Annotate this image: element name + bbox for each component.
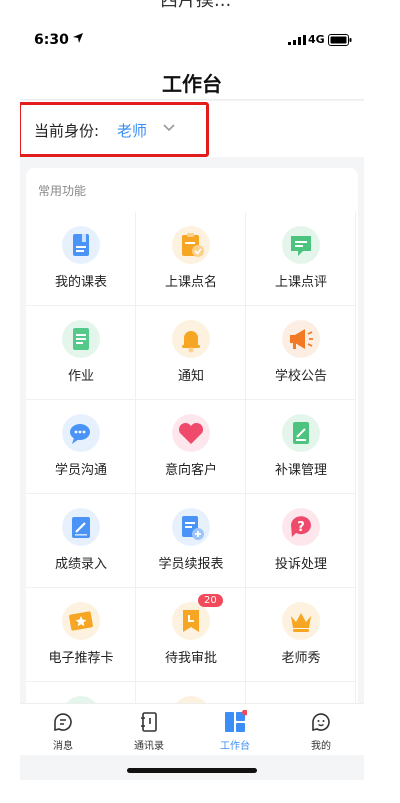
function-item-prospective-customer[interactable]: 意向客户	[136, 400, 246, 494]
megaphone-icon	[282, 320, 320, 358]
function-label: 成绩录入	[54, 557, 107, 572]
function-item-school-announcement[interactable]: 学校公告	[246, 306, 356, 400]
section-title: 常用功能	[38, 184, 87, 198]
function-item-renewal-report[interactable]: 学员续报表	[136, 494, 246, 588]
function-item-teacher-show[interactable]: 老师秀	[246, 588, 356, 682]
function-label: 上课点评	[274, 275, 327, 290]
common-functions-card: 常用功能 我的课表 上课点名 上课点评 作业 通知 学校公告 学员沟通 意向客户…	[26, 168, 358, 708]
signal-icon	[288, 35, 306, 45]
function-label: 补课管理	[274, 463, 327, 478]
top-cut-fragment: 西片摸...	[0, 0, 400, 22]
function-item-class-comment[interactable]: 上课点评	[246, 212, 356, 306]
function-item-student-communication[interactable]: 学员沟通	[26, 400, 136, 494]
contacts-icon	[141, 712, 157, 732]
top-fragment-text: 西片摸...	[160, 0, 232, 11]
function-label: 学员沟通	[54, 463, 107, 478]
tab-messages[interactable]: 消息	[20, 704, 106, 756]
function-label: 待我审批	[164, 651, 217, 666]
comment-icon	[282, 226, 320, 264]
heart-icon	[172, 414, 210, 452]
roll-call-icon	[172, 226, 210, 264]
function-item-my-schedule[interactable]: 我的课表	[26, 212, 136, 306]
tab-profile[interactable]: 我的	[278, 704, 364, 756]
crown-icon	[282, 602, 320, 640]
tab-contacts[interactable]: 通讯录	[106, 704, 192, 756]
tab-workbench[interactable]: 工作台	[192, 704, 278, 756]
page-header: 工作台	[20, 64, 364, 100]
function-item-notice[interactable]: 通知	[136, 306, 246, 400]
tab-label: 消息	[53, 741, 73, 752]
tab-label: 通讯录	[134, 741, 164, 752]
function-item-roll-call[interactable]: 上课点名	[136, 212, 246, 306]
highlight-annotation-box	[20, 102, 209, 157]
svg-text:?: ?	[297, 520, 305, 535]
star-card-icon	[62, 602, 100, 640]
status-time: 6:30	[34, 32, 69, 48]
renewal-form-icon	[172, 508, 210, 546]
function-item-pending-approval[interactable]: 20 待我审批	[136, 588, 246, 682]
approval-icon	[172, 602, 210, 640]
function-item-homework[interactable]: 作业	[26, 306, 136, 400]
bell-icon	[172, 320, 210, 358]
message-icon	[54, 713, 72, 732]
status-bar: 6:30 4G	[20, 20, 364, 64]
schedule-icon	[62, 226, 100, 264]
tab-label: 工作台	[220, 741, 250, 752]
function-item-complaint-handling[interactable]: ? 投诉处理	[246, 494, 356, 588]
function-label: 我的课表	[54, 275, 107, 290]
notification-badge: 20	[198, 594, 223, 607]
homework-icon	[62, 320, 100, 358]
function-label: 电子推荐卡	[48, 651, 114, 666]
network-type: 4G	[308, 33, 325, 46]
page-title: 工作台	[162, 72, 222, 96]
tab-label: 我的	[311, 741, 331, 752]
edit-icon	[62, 508, 100, 546]
location-arrow-icon	[73, 33, 83, 43]
workbench-icon	[225, 710, 247, 732]
function-label: 上课点名	[164, 275, 217, 290]
phone-screen: 6:30 4G 工作台 当前身份: 老师 常用功能 我的课表 上课点名 上课点评	[20, 20, 364, 780]
function-item-recommendation-card[interactable]: 电子推荐卡	[26, 588, 136, 682]
question-icon: ?	[282, 508, 320, 546]
function-label: 学校公告	[274, 369, 327, 384]
bottom-tab-bar: 消息 通讯录 工作台 我的	[20, 703, 364, 755]
chat-icon	[62, 414, 100, 452]
function-label: 通知	[177, 369, 204, 384]
function-label: 意向客户	[164, 463, 217, 478]
function-label: 学员续报表	[158, 557, 224, 572]
function-label: 老师秀	[281, 651, 321, 666]
profile-icon	[312, 713, 330, 732]
home-indicator	[127, 768, 257, 773]
makeup-class-icon	[282, 414, 320, 452]
function-item-makeup-class[interactable]: 补课管理	[246, 400, 356, 494]
battery-icon	[328, 34, 352, 46]
function-item-grade-entry[interactable]: 成绩录入	[26, 494, 136, 588]
function-label: 投诉处理	[274, 557, 327, 572]
function-label: 作业	[67, 369, 94, 384]
